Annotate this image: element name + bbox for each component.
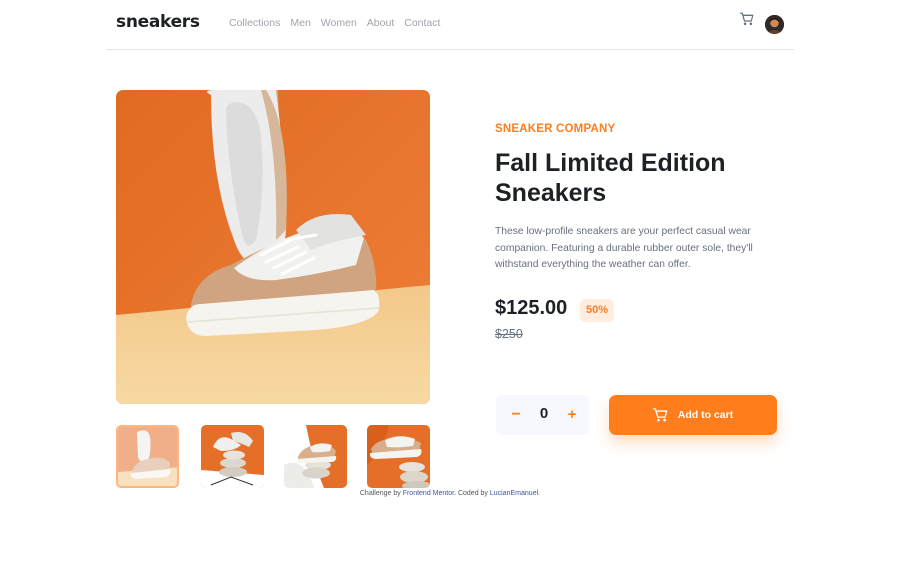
cart-icon[interactable] — [740, 12, 756, 28]
nav-men[interactable]: Men — [290, 17, 310, 29]
attribution: Challenge by Frontend Mentor. Coded by L… — [0, 490, 900, 497]
discount-badge: 50% — [580, 299, 614, 322]
attribution-middle: . Coded by — [454, 490, 488, 497]
product-description: These low-profile sneakers are your perf… — [495, 226, 753, 270]
company-name: SNEAKER COMPANY — [495, 123, 616, 135]
attribution-prefix: Challenge by — [359, 490, 401, 497]
thumbnail-4[interactable] — [367, 425, 430, 488]
quantity-value: 0 — [539, 405, 549, 422]
thumbnail-2[interactable] — [201, 425, 264, 488]
thumbnail-3[interactable] — [284, 425, 347, 488]
avatar[interactable] — [765, 15, 784, 34]
nav-contact[interactable]: Contact — [404, 17, 440, 29]
original-price: $250 — [495, 327, 523, 341]
logo[interactable]: sneakers — [116, 12, 200, 32]
add-to-cart-button[interactable]: Add to cart — [609, 395, 777, 435]
thumbnail-1[interactable] — [116, 425, 179, 488]
nav-collections[interactable]: Collections — [229, 17, 280, 29]
attribution-suffix: . — [538, 490, 541, 497]
product-main-image[interactable] — [116, 90, 430, 404]
main-nav: Collections Men Women About Contact — [229, 17, 440, 29]
minus-button[interactable]: − — [504, 403, 528, 427]
cart-icon — [652, 408, 668, 422]
current-price: $125.00 — [495, 297, 568, 319]
add-to-cart-label: Add to cart — [677, 409, 734, 421]
author-link[interactable]: LucianEmanuel — [490, 490, 538, 497]
site-header: sneakers Collections Men Women About Con… — [106, 0, 794, 50]
product-title: Fall Limited Edition Sneakers — [495, 149, 726, 207]
nav-about[interactable]: About — [367, 17, 394, 29]
frontend-mentor-link[interactable]: Frontend Mentor — [403, 490, 454, 497]
quantity-stepper: − 0 + — [496, 395, 589, 435]
plus-button[interactable]: + — [560, 403, 584, 427]
nav-women[interactable]: Women — [321, 17, 357, 29]
